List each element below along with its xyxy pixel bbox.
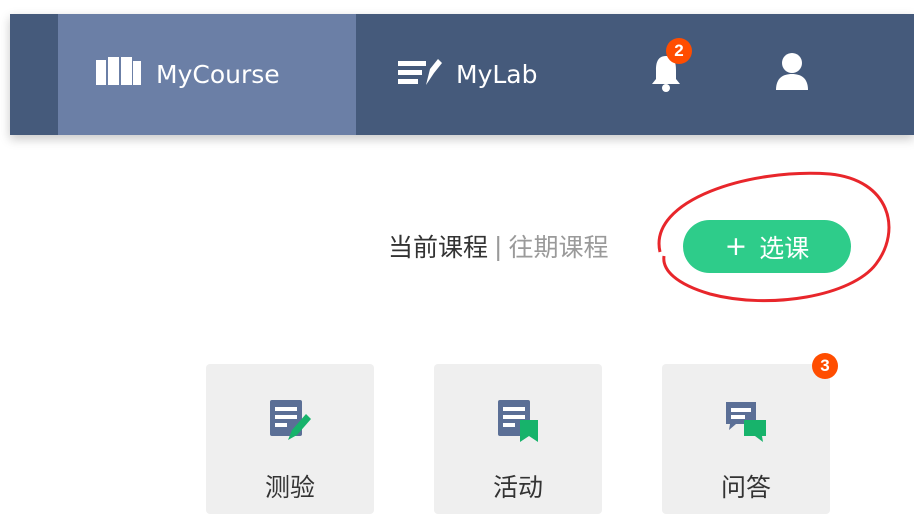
activity-card[interactable]: 活动 (434, 364, 602, 514)
course-tabs: 当前课程 | 往期课程 (388, 226, 608, 266)
plus-icon: + (724, 231, 748, 262)
notifications-button[interactable]: 2 (638, 14, 694, 135)
quiz-card[interactable]: 测验 (206, 364, 374, 514)
activity-bookmark-icon (496, 398, 540, 442)
qa-card[interactable]: 问答 (662, 364, 830, 514)
quiz-edit-icon (268, 398, 312, 442)
open-book-icon (96, 56, 142, 93)
user-menu-button[interactable] (762, 14, 822, 135)
qa-count-badge: 3 (812, 353, 838, 379)
nav-item-mycourse[interactable]: MyCourse (58, 14, 356, 135)
top-navbar: MyCourse MyLab 2 (10, 14, 914, 135)
nav-label-mycourse: MyCourse (156, 60, 280, 89)
user-icon (775, 52, 809, 98)
select-course-label: 选课 (759, 233, 810, 263)
nav-label-mylab: MyLab (456, 60, 538, 89)
tab-separator: | (494, 231, 503, 261)
notes-pencil-icon (398, 57, 442, 93)
nav-item-mylab[interactable]: MyLab (356, 14, 576, 135)
tab-past-courses[interactable]: 往期课程 (508, 228, 608, 264)
notification-count-badge: 2 (666, 38, 692, 64)
select-course-button[interactable]: + 选课 (683, 220, 851, 273)
qa-chat-icon (724, 398, 768, 442)
tab-current-courses[interactable]: 当前课程 (388, 228, 488, 264)
